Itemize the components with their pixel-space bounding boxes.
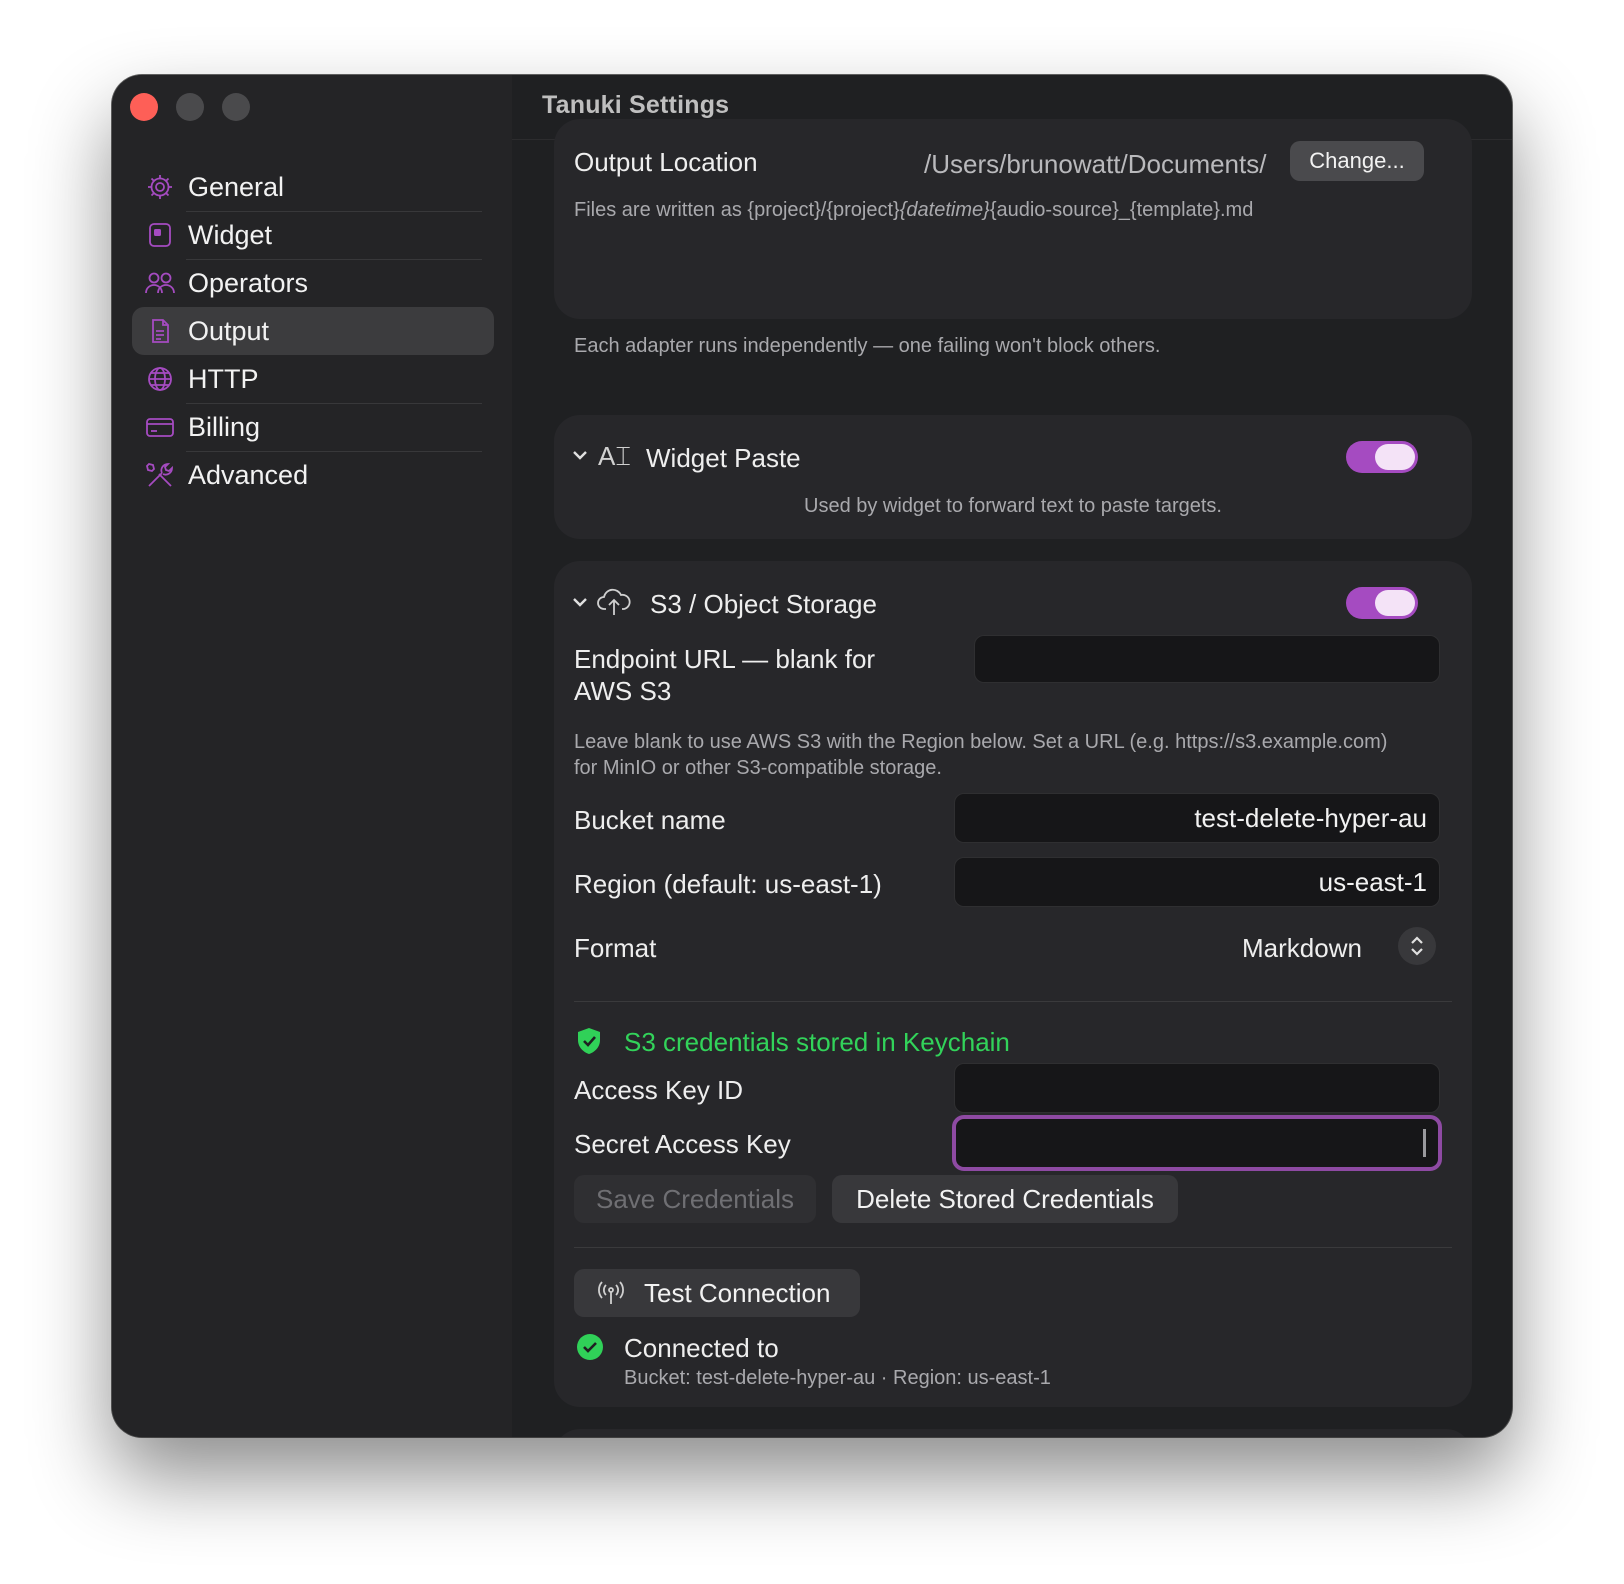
section-divider (574, 1247, 1452, 1248)
sidebar-item-http[interactable]: HTTP (132, 355, 494, 404)
secret-key-input[interactable] (952, 1115, 1442, 1171)
widget-paste-toggle[interactable] (1346, 441, 1418, 473)
sidebar-item-advanced[interactable]: Advanced (132, 451, 494, 499)
settings-content: Output Location /Users/brunowatt/Documen… (512, 119, 1512, 1437)
sidebar-item-label: General (188, 171, 285, 202)
gear-icon (144, 171, 176, 203)
change-location-button[interactable]: Change... (1290, 141, 1424, 181)
access-key-input[interactable] (954, 1063, 1440, 1113)
sidebar-item-output[interactable]: Output (132, 307, 494, 355)
zoom-window-button[interactable] (222, 93, 250, 121)
connection-status: Connected to (624, 1333, 779, 1363)
sidebar-item-label: Output (188, 315, 270, 346)
minimize-window-button[interactable] (176, 93, 204, 121)
next-adapter-card (554, 1429, 1472, 1437)
test-connection-button[interactable]: Test Connection (574, 1269, 860, 1317)
output-location-label: Output Location (574, 147, 758, 177)
antenna-icon (596, 1280, 626, 1306)
sidebar-item-general[interactable]: General (132, 163, 494, 212)
bucket-label: Bucket name (574, 805, 726, 835)
text-cursor-icon: A⌶ (598, 441, 631, 471)
sidebar-nav: General Widget Operators Output HTTP Bil… (132, 163, 494, 499)
endpoint-label: Endpoint URL — blank for AWS S3 (574, 644, 876, 706)
sidebar-item-label: Billing (188, 411, 261, 442)
sidebar-item-label: Widget (188, 219, 273, 250)
sidebar-item-billing[interactable]: Billing (132, 403, 494, 452)
window-title: Tanuki Settings (542, 91, 730, 119)
format-select[interactable]: Markdown (1242, 933, 1362, 964)
sidebar-item-label: Advanced (188, 459, 309, 490)
region-label: Region (default: us-east-1) (574, 869, 882, 899)
endpoint-help: Leave blank to use AWS S3 with the Regio… (574, 731, 1388, 779)
settings-window: Tanuki Settings General Widget Operators… (112, 75, 1512, 1437)
widget-paste-description: Used by widget to forward text to paste … (804, 495, 1222, 517)
credentials-status: S3 credentials stored in Keychain (624, 1027, 1010, 1057)
chevron-down-icon[interactable] (570, 592, 590, 617)
secret-key-label: Secret Access Key (574, 1129, 791, 1159)
connection-detail: Bucket: test-delete-hyper-au · Region: u… (624, 1367, 1051, 1389)
window-controls (130, 93, 250, 121)
region-input[interactable]: us-east-1 (954, 857, 1440, 907)
widget-paste-title: Widget Paste (646, 443, 801, 473)
section-divider (574, 1001, 1452, 1002)
s3-toggle[interactable] (1346, 587, 1418, 619)
widget-paste-card: A⌶ Widget Paste Used by widget to forwar… (554, 415, 1472, 539)
save-credentials-button[interactable]: Save Credentials (574, 1175, 816, 1223)
format-label: Format (574, 933, 657, 963)
output-location-hint: Files are written as {project}/{project}… (574, 199, 1254, 221)
text-caret (1423, 1129, 1426, 1157)
sidebar-item-label: HTTP (188, 363, 259, 394)
delete-credentials-button[interactable]: Delete Stored Credentials (832, 1175, 1178, 1223)
tools-icon (144, 459, 176, 491)
people-icon (144, 267, 176, 299)
chevron-updown-icon[interactable] (1398, 927, 1436, 965)
chevron-down-icon[interactable] (570, 445, 590, 470)
shield-check-icon (576, 1027, 602, 1060)
globe-icon (144, 363, 176, 395)
sidebar-item-operators[interactable]: Operators (132, 259, 494, 307)
bucket-name-input[interactable]: test-delete-hyper-au (954, 793, 1440, 843)
check-circle-icon (576, 1333, 604, 1366)
close-window-button[interactable] (130, 93, 158, 121)
output-location-path: /Users/brunowatt/Documents/ (924, 149, 1267, 179)
s3-card: S3 / Object Storage Endpoint URL — blank… (554, 561, 1472, 1407)
cloud-upload-icon (596, 585, 632, 622)
card-icon (144, 411, 176, 443)
sidebar-item-label: Operators (188, 267, 309, 298)
output-location-card: Output Location /Users/brunowatt/Documen… (554, 119, 1472, 319)
adapters-note: Each adapter runs independently — one fa… (574, 335, 1161, 357)
document-icon (144, 315, 176, 347)
endpoint-url-input[interactable] (974, 635, 1440, 683)
widget-icon (144, 219, 176, 251)
s3-title: S3 / Object Storage (650, 589, 877, 619)
access-key-label: Access Key ID (574, 1075, 744, 1105)
sidebar-item-widget[interactable]: Widget (132, 211, 494, 260)
